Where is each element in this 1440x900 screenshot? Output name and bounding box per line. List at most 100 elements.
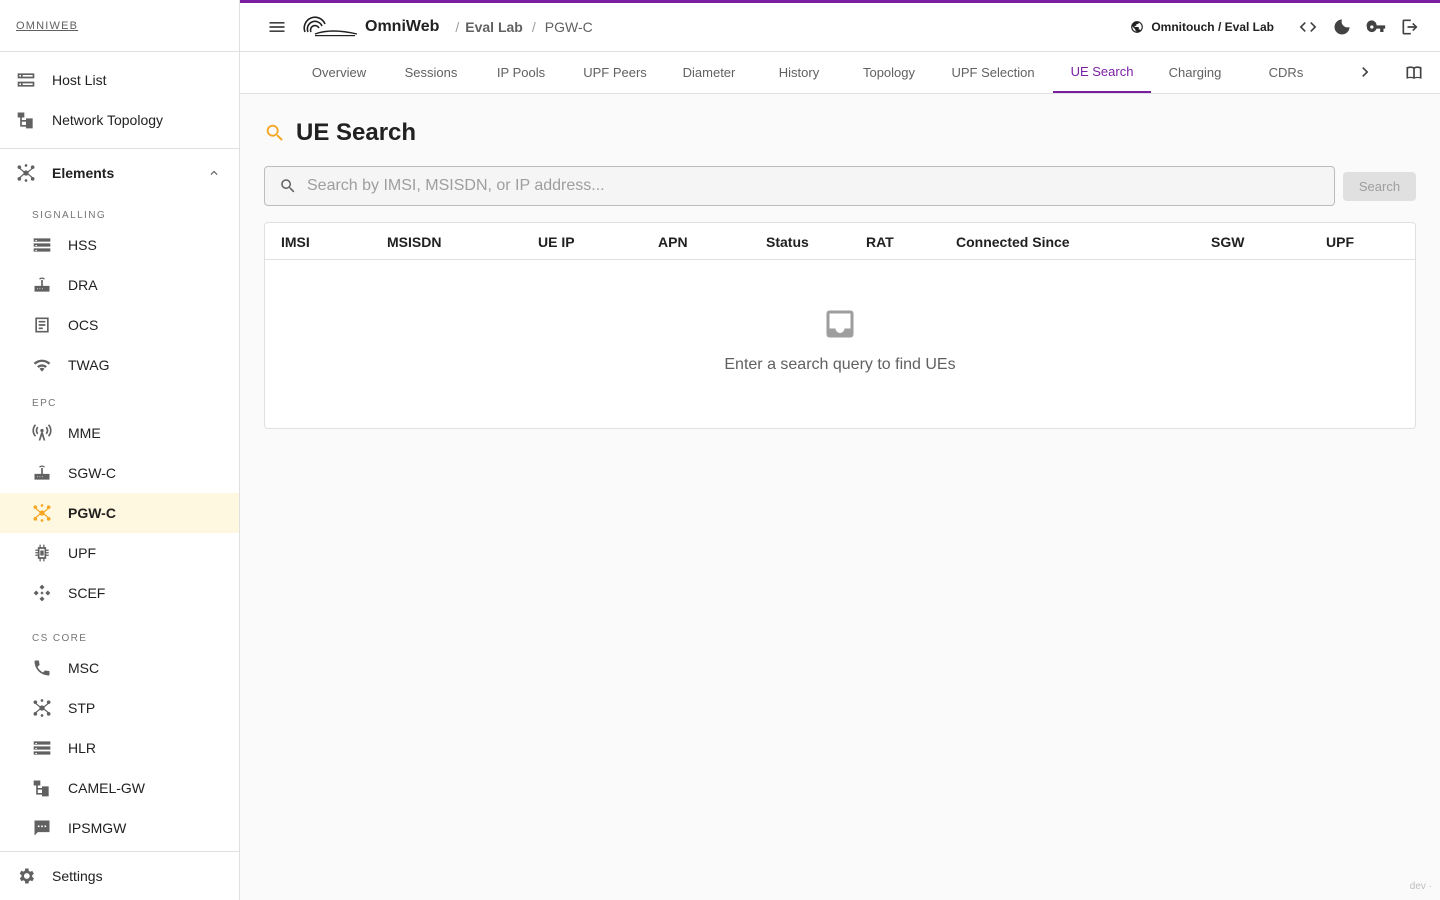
sidebar-item-settings[interactable]: Settings [0,851,239,900]
breadcrumb-eval-lab[interactable]: Eval Lab [465,19,523,35]
column-upf[interactable]: UPF [1326,223,1354,260]
tab-topology[interactable]: Topology [852,52,926,93]
menu-icon[interactable] [267,17,287,37]
main-content: UE Search Search IMSI MSISDN UE IP APN S… [264,94,1416,429]
api-icon [32,583,52,603]
sidebar-item-label: IPSMGW [68,820,127,836]
sidebar-item-scef[interactable]: SCEF [0,573,239,613]
code-icon[interactable] [1298,17,1318,37]
sidebar-item-label: Host List [52,72,107,88]
sidebar-item-pgw-c[interactable]: PGW-C [0,493,239,533]
sidebar-item-label: CAMEL-GW [68,780,145,796]
sidebar-item-dra[interactable]: DRA [0,265,239,305]
tab-ue-search[interactable]: UE Search [1053,52,1151,93]
section-label-signalling: SIGNALLING [32,210,107,221]
section-label-cs-core: CS CORE [32,633,88,644]
elements-group-toggle[interactable]: Elements [0,149,239,197]
chevron-right-icon[interactable] [1355,62,1375,82]
sms-icon [32,818,52,838]
breadcrumb-separator: / [455,19,460,35]
hub-icon [32,503,52,523]
sidebar-item-label: DRA [68,277,98,293]
brand[interactable]: OMNIWEB [0,0,239,52]
sidebar-item-ocs[interactable]: OCS [0,305,239,345]
env-tag: dev · [1409,881,1432,892]
sidebar-item-label: SCEF [68,585,106,601]
search-icon [279,177,297,195]
tab-history[interactable]: History [758,52,840,93]
hub-icon [16,163,36,183]
sidebar-item-stp[interactable]: STP [0,688,239,728]
sidebar-item-host-list[interactable]: Host List [0,60,239,100]
sidebar-item-network-topology[interactable]: Network Topology [0,100,239,140]
tab-overview[interactable]: Overview [300,52,378,93]
column-rat[interactable]: RAT [866,223,894,260]
sidebar-item-label: MSC [68,660,100,676]
sidebar-item-hlr[interactable]: HLR [0,728,239,768]
tab-diameter[interactable]: Diameter [672,52,746,93]
omnitouch-logo [301,14,359,40]
topology-icon [32,778,52,798]
column-apn[interactable]: APN [658,223,688,260]
sidebar-item-hss[interactable]: HSS [0,225,239,265]
logout-icon[interactable] [1400,17,1420,37]
sidebar-item-sgw-c[interactable]: SGW-C [0,453,239,493]
sidebar: OMNIWEB Host List Network Topology Eleme… [0,0,240,900]
sidebar-item-label: STP [68,700,96,716]
empty-state: Enter a search query to find UEs [265,260,1415,428]
sidebar-item-msc[interactable]: MSC [0,648,239,688]
storage-icon [32,235,52,255]
sidebar-item-label: UPF [68,545,96,561]
tab-upf-peers[interactable]: UPF Peers [570,52,660,93]
sidebar-top-nav: Host List Network Topology [0,52,239,149]
storage-icon [32,738,52,758]
tab-upf-selection[interactable]: UPF Selection [938,52,1048,93]
sidebar-item-twag[interactable]: TWAG [0,345,239,385]
sidebar-item-upf[interactable]: UPF [0,533,239,573]
search-field[interactable] [264,166,1335,206]
tab-sessions[interactable]: Sessions [390,52,472,93]
column-imsi[interactable]: IMSI [281,223,310,260]
search-button[interactable]: Search [1343,171,1416,201]
org-selector[interactable]: Omnitouch / Eval Lab [1151,20,1274,34]
docs-icon[interactable] [1404,63,1424,83]
inbox-icon [822,306,858,342]
tab-cdrs[interactable]: CDRs [1246,52,1326,93]
dark-mode-icon[interactable] [1332,17,1352,37]
sidebar-item-label: OCS [68,317,99,333]
key-icon[interactable] [1366,17,1386,37]
page-title: UE Search [296,119,417,146]
column-sgw[interactable]: SGW [1211,223,1244,260]
sidebar-item-label: Network Topology [52,112,164,128]
sidebar-item-label: PGW-C [68,505,116,521]
sidebar-item-mme[interactable]: MME [0,413,239,453]
search-row: Search [264,166,1416,206]
sidebar-item-label: MME [68,425,101,441]
column-ue-ip[interactable]: UE IP [538,223,575,260]
search-icon [264,122,286,144]
hub-icon [32,698,52,718]
column-status[interactable]: Status [766,223,809,260]
top-bar: OmniWeb / Eval Lab / PGW-C Omnitouch / E… [240,0,1440,52]
sidebar-item-label: SGW-C [68,465,116,481]
table-header: IMSI MSISDN UE IP APN Status RAT Connect… [265,223,1415,260]
globe-icon [1130,20,1144,34]
sidebar-item-label: HSS [68,237,97,253]
chevron-up-icon [207,166,221,180]
sidebar-item-ipsmgw[interactable]: IPSMGW [0,808,239,848]
sidebar-item-label: TWAG [68,357,110,373]
tab-ip-pools[interactable]: IP Pools [484,52,558,93]
column-msisdn[interactable]: MSISDN [387,223,441,260]
router-icon [32,275,52,295]
phone-icon [32,658,52,678]
app-name: OmniWeb [365,18,440,35]
column-connected-since[interactable]: Connected Since [956,223,1070,260]
breadcrumb-current: PGW-C [544,19,593,35]
search-input[interactable] [307,177,1207,195]
server-icon [16,70,36,90]
tab-bar: Overview Sessions IP Pools UPF Peers Dia… [240,52,1440,94]
sidebar-item-camel-gw[interactable]: CAMEL-GW [0,768,239,808]
tab-charging[interactable]: Charging [1156,52,1234,93]
brand-link[interactable]: OMNIWEB [16,20,78,32]
receipt-icon [32,315,52,335]
